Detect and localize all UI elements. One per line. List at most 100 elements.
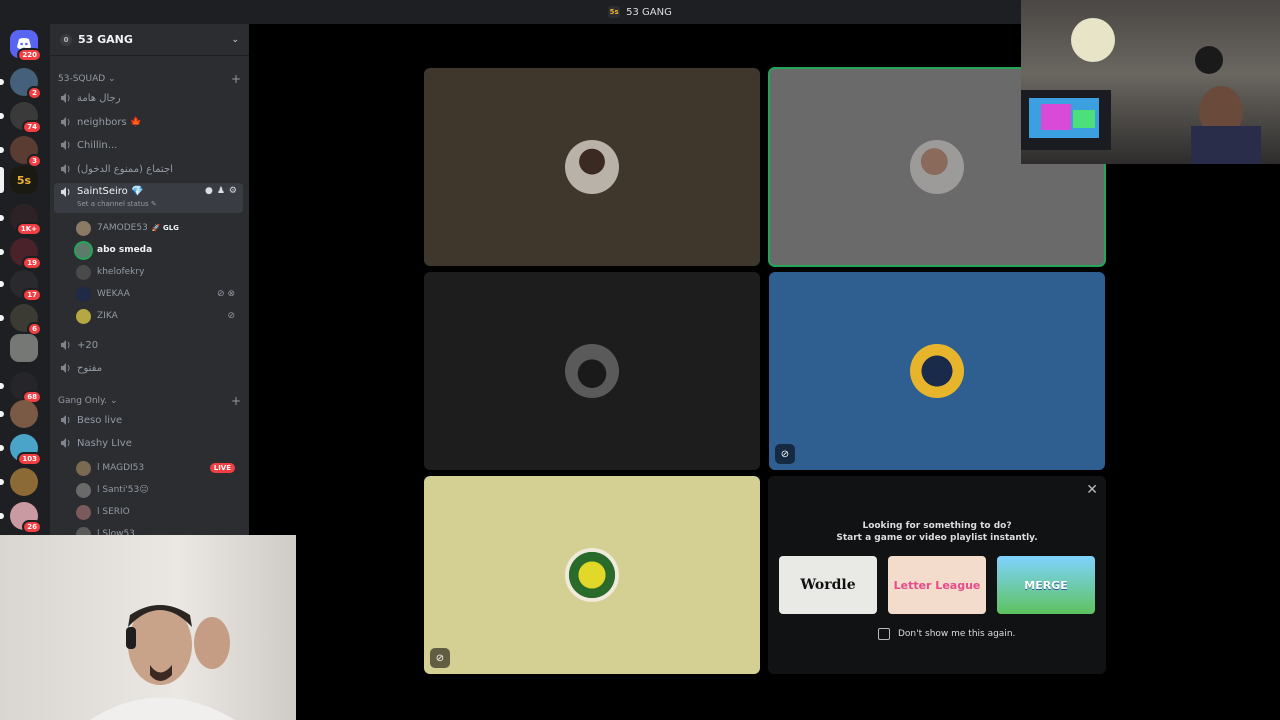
server-badge: 17 <box>22 288 42 302</box>
checkbox-label: Don't show me this again. <box>898 629 1016 639</box>
participant-tile[interactable]: ⊘ <box>769 272 1105 470</box>
chevron-down-icon: ⌄ <box>231 34 239 45</box>
voice-user[interactable]: WEKAA ⊘ ⊗ <box>76 284 241 304</box>
user-name: ZIKA <box>97 311 118 321</box>
activity-subtitle: Start a game or video playlist instantly… <box>836 533 1038 543</box>
speaker-icon <box>61 415 70 425</box>
dont-show-again-checkbox[interactable]: Don't show me this again. <box>878 628 1015 640</box>
speaker-icon <box>61 340 70 350</box>
server-icon-53-gang[interactable]: 5s <box>0 166 38 194</box>
guild-boost-icon: 0 <box>60 33 72 46</box>
category-53-squad[interactable]: 53-SQUAD ⌄ + <box>58 72 241 86</box>
avatar <box>76 482 91 498</box>
avatar <box>76 504 91 520</box>
chevron-down-icon: ⌄ <box>108 74 116 84</box>
server-badge: 220 <box>17 48 42 62</box>
user-name: WEKAA <box>97 289 130 299</box>
server-icon[interactable]: 1K+ <box>0 204 42 236</box>
server-icon[interactable]: 68 <box>0 372 42 404</box>
server-icon[interactable]: 3 <box>0 136 42 168</box>
category-label: Gang Only. <box>58 396 107 406</box>
speaker-icon <box>61 93 70 103</box>
webcam-overlay <box>1021 0 1280 164</box>
participant-tile[interactable] <box>424 68 760 266</box>
server-icon[interactable]: 103 <box>0 434 42 466</box>
category-gang-only[interactable]: Gang Only. ⌄ + <box>58 394 241 408</box>
add-channel-icon[interactable]: + <box>231 394 241 408</box>
game-label: Letter League <box>893 578 981 592</box>
avatar <box>565 548 619 602</box>
participant-tile[interactable]: ⊘ <box>424 476 760 674</box>
voice-user[interactable]: abo smeda <box>76 240 241 260</box>
voice-user[interactable]: ZIKA ⊘ <box>76 306 241 326</box>
voice-channel[interactable]: رجال هامة <box>54 88 243 108</box>
channel-label: neighbors 🍁 <box>77 116 143 128</box>
channel-label: Chillin... <box>77 139 118 151</box>
add-channel-icon[interactable]: + <box>231 72 241 86</box>
server-icon[interactable] <box>10 334 38 362</box>
voice-channel[interactable]: neighbors 🍁 <box>54 112 243 132</box>
channel-status[interactable]: Set a channel status ✎ <box>77 200 157 208</box>
game-card-wordle[interactable]: Wordle <box>779 556 877 614</box>
close-icon[interactable]: ✕ <box>1086 482 1098 498</box>
server-icon[interactable]: 19 <box>0 238 42 270</box>
avatar <box>910 344 964 398</box>
server-icon[interactable]: 6 <box>0 304 42 336</box>
checkbox-icon[interactable] <box>878 628 890 640</box>
activity-title: Looking for something to do? <box>862 521 1012 531</box>
speaker-icon <box>61 187 70 197</box>
server-icon[interactable] <box>0 400 38 428</box>
voice-channel[interactable]: Beso live <box>54 410 243 430</box>
server-icon-bb[interactable]: 74 <box>0 102 42 134</box>
game-card-merge[interactable]: MERGE <box>997 556 1095 614</box>
server-badge: 2 <box>27 86 42 100</box>
window-title: 53 GANG <box>626 6 672 18</box>
user-name: 7AMODE53 <box>97 223 148 233</box>
server-icon[interactable] <box>0 468 38 496</box>
webcam-scene <box>90 605 235 720</box>
user-name: khelofekry <box>97 267 145 277</box>
server-icon[interactable]: 17 <box>0 270 42 302</box>
game-card-letter-league[interactable]: Letter League <box>888 556 986 614</box>
chevron-down-icon: ⌄ <box>109 396 118 406</box>
gear-icon[interactable]: ⚙ <box>229 186 237 196</box>
channel-label: Beso live <box>77 414 123 426</box>
user-name: l Santi'53😐 <box>97 485 149 495</box>
server-badge: 19 <box>22 256 42 270</box>
invite-icon[interactable]: ♟ <box>217 186 225 196</box>
voice-channel[interactable]: مفتوح <box>54 358 243 378</box>
avatar <box>565 140 619 194</box>
voice-channel[interactable]: Nashy LIve <box>54 433 243 453</box>
participant-tile[interactable] <box>424 272 760 470</box>
avatar <box>76 308 91 324</box>
speaker-icon <box>61 438 70 448</box>
server-icon-ra[interactable]: 2 <box>0 68 42 100</box>
direct-messages-button[interactable]: 220 <box>10 30 42 62</box>
server-icon[interactable]: 26 <box>0 502 42 534</box>
voice-user[interactable]: l Santi'53😐 <box>76 480 241 500</box>
voice-user[interactable]: l MAGDI53 LIVE <box>76 458 241 478</box>
channel-label: مفتوح <box>77 362 103 374</box>
server-badge: 74 <box>22 120 42 134</box>
server-badge: 1K+ <box>15 222 42 236</box>
mic-muted-icon: ⊘ <box>430 648 450 668</box>
guild-logo: 5s <box>16 173 32 187</box>
category-label: 53-SQUAD <box>58 74 106 84</box>
chat-icon[interactable]: ● <box>205 186 213 196</box>
voice-channel[interactable]: اجتماع (ممنوع الدخول) <box>54 159 243 179</box>
avatar <box>76 220 91 236</box>
speaker-icon <box>61 140 70 150</box>
activity-suggestion-panel: ✕ Looking for something to do? Start a g… <box>768 476 1106 674</box>
voice-channel-active[interactable]: SaintSeiro 💎 ● ♟ ⚙ Set a channel status … <box>54 183 243 213</box>
guild-header[interactable]: 0 53 GANG ⌄ <box>50 24 249 56</box>
voice-channel[interactable]: +20 <box>54 335 243 355</box>
user-name: l MAGDI53 <box>97 463 145 473</box>
voice-user[interactable]: khelofekry <box>76 262 241 282</box>
voice-user[interactable]: l SERIO <box>76 502 241 522</box>
user-name: l SERIO <box>97 507 130 517</box>
voice-user[interactable]: 7AMODE53 🚀 GLG <box>76 218 241 238</box>
user-tag: 🚀 GLG <box>151 224 179 232</box>
channel-label: +20 <box>77 339 99 351</box>
voice-channel[interactable]: Chillin... <box>54 135 243 155</box>
server-badge: 103 <box>17 452 42 466</box>
